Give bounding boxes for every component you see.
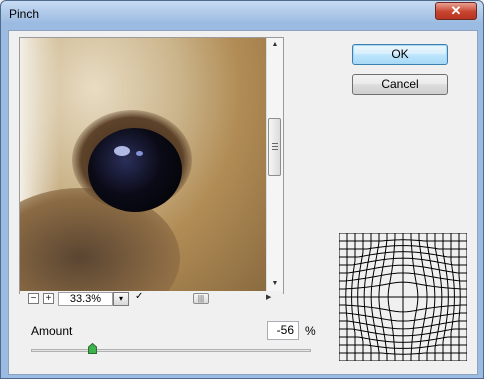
- close-button[interactable]: ✕: [435, 2, 477, 20]
- zoom-out-button[interactable]: −: [28, 293, 39, 304]
- scroll-right-icon[interactable]: ▶: [266, 293, 271, 301]
- horizontal-scroll-thumb[interactable]: |||: [193, 293, 209, 304]
- amount-label: Amount: [31, 324, 73, 338]
- close-icon: ✕: [450, 3, 462, 18]
- dialog-window: Pinch ✕ ▲ ▼ − + 33.3% ▾ ✓ ||| ▶ OK Cance…: [0, 0, 484, 379]
- cancel-button[interactable]: Cancel: [352, 74, 448, 95]
- scroll-down-icon[interactable]: ▼: [267, 277, 283, 291]
- eye-reflection-small: [136, 151, 143, 156]
- percent-unit: %: [305, 324, 316, 338]
- vertical-scroll-thumb[interactable]: [268, 118, 281, 176]
- vertical-scrollbar[interactable]: ▲ ▼: [266, 38, 283, 291]
- scroll-up-icon[interactable]: ▲: [267, 38, 283, 52]
- amount-slider-thumb[interactable]: [88, 343, 98, 354]
- zoom-in-button[interactable]: +: [43, 293, 54, 304]
- window-title: Pinch: [9, 7, 40, 21]
- preview-panel: ▲ ▼ − + 33.3% ▾ ✓ ||| ▶: [19, 37, 284, 307]
- title-bar[interactable]: Pinch ✕: [1, 1, 483, 30]
- zoom-level-field[interactable]: 33.3%: [58, 292, 113, 306]
- preview-image[interactable]: [20, 38, 266, 291]
- pinch-grid-preview: [339, 233, 467, 361]
- ok-button[interactable]: OK: [352, 44, 448, 65]
- eye-reflection: [114, 146, 130, 156]
- amount-input[interactable]: -56: [267, 321, 299, 340]
- eye: [88, 128, 182, 212]
- zoom-dropdown-icon[interactable]: ▾: [113, 292, 129, 306]
- commit-icon[interactable]: ✓: [135, 291, 143, 302]
- preview-toolbar: − + 33.3% ▾ ✓ ||| ▶: [20, 291, 283, 307]
- amount-slider-track[interactable]: [31, 349, 311, 352]
- dialog-body: ▲ ▼ − + 33.3% ▾ ✓ ||| ▶ OK Cancel Amount…: [8, 30, 478, 375]
